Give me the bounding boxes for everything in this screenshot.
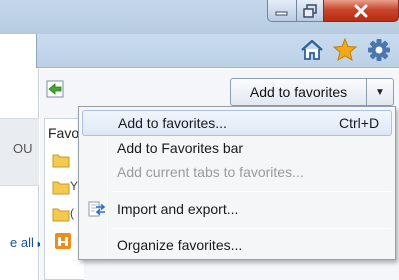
restore-button[interactable] [296,0,323,22]
page-text-fragment: OU [13,141,33,156]
folder-icon[interactable] [52,152,70,168]
menu-separator [111,228,391,229]
menu-item-import-export[interactable]: Import and export... [82,196,392,222]
menu-separator [111,191,391,192]
gear-icon [368,39,390,61]
minimize-icon [275,11,288,15]
tab-favorites[interactable]: Favo [48,125,79,141]
folder-icon[interactable] [52,206,70,222]
menu-item-label: Add current tabs to favorites... [117,164,304,180]
menu-item-label: Add to Favorites bar [117,140,244,156]
add-to-favorites-button[interactable]: Add to favorites [230,78,367,106]
pin-favorites-button[interactable] [46,80,64,98]
menu-item-add-to-favorites-bar[interactable]: Add to Favorites bar [82,135,392,161]
star-icon [332,37,358,62]
menu-item-shortcut: Ctrl+D [339,115,380,131]
import-export-icon [88,201,106,217]
menu-item-label: Organize favorites... [117,237,243,253]
chevron-down-icon: ▼ [375,86,385,98]
folder-label-fragment: Y [70,179,79,193]
menu-item-add-to-favorites[interactable]: Add to favorites... Ctrl+D [82,110,392,136]
close-icon [354,4,368,17]
add-to-favorites-menu: Add to favorites... Ctrl+D Add to Favori… [78,106,396,260]
restore-icon [303,3,317,18]
feed-icon[interactable] [55,233,71,249]
close-button[interactable] [323,0,399,22]
home-icon [301,39,323,60]
menu-item-label: Import and export... [117,201,239,217]
favorites-button[interactable] [332,37,358,63]
home-button[interactable] [299,37,325,63]
folder-icon[interactable] [52,179,70,195]
add-to-favorites-dropdown[interactable]: ▼ [366,78,394,106]
minimize-button[interactable] [267,0,296,22]
tools-button[interactable] [366,37,392,63]
menu-item-add-current-tabs: Add current tabs to favorites... [82,159,392,185]
active-tab[interactable] [0,34,37,68]
menu-item-organize-favorites[interactable]: Organize favorites... [82,232,392,258]
folder-label-fragment: ( [70,206,74,220]
window-controls [267,0,399,22]
dock-left-arrow-icon [46,80,64,98]
menu-item-label: Add to favorites... [118,115,227,131]
